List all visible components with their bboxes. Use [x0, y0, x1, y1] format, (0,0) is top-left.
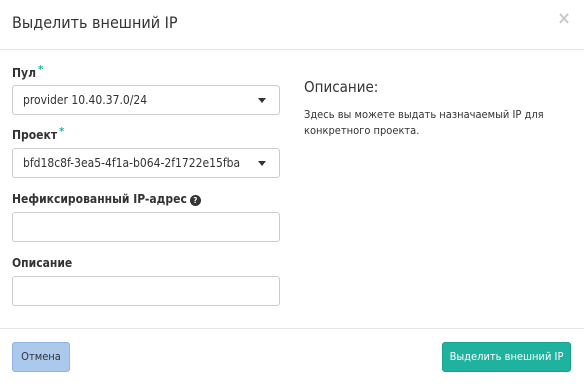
allocate-floating-ip-dialog: Выделить внешний IP × Пул * provider 10.4…	[0, 0, 584, 384]
project-select-value: bfd18c8f-3ea5-4f1a-b064-2f1722e15fba	[23, 156, 241, 170]
description-label: Описание	[12, 256, 73, 270]
help-panel-title: Описание:	[304, 78, 379, 96]
cancel-button[interactable]: Отмена	[12, 342, 70, 372]
pool-label-row: Пул *	[12, 63, 44, 81]
dialog-footer: Отмена Выделить внешний IP	[0, 328, 584, 384]
project-select[interactable]: bfd18c8f-3ea5-4f1a-b064-2f1722e15fba	[12, 148, 280, 178]
pool-required-star: *	[37, 63, 44, 76]
dialog-title: Выделить внешний IP	[12, 13, 178, 32]
pool-select[interactable]: provider 10.40.37.0/24	[12, 85, 280, 115]
close-icon[interactable]: ×	[556, 10, 572, 28]
dialog-header: Выделить внешний IP ×	[0, 0, 584, 50]
caret-down-icon	[258, 98, 266, 103]
description-label-row: Описание	[12, 256, 72, 270]
floating-ip-label: Нефиксированный IP-адрес	[12, 192, 187, 206]
floating-ip-input[interactable]	[12, 212, 280, 242]
project-label-row: Проект *	[12, 125, 65, 143]
pool-select-value: provider 10.40.37.0/24	[23, 93, 148, 107]
help-panel-text: Здесь вы можете выдать назначаемый IP дл…	[304, 108, 544, 137]
project-label: Проект	[12, 128, 58, 142]
caret-down-icon	[258, 161, 266, 166]
floating-ip-label-row: Нефиксированный IP-адрес?	[12, 192, 201, 206]
dialog-body: Пул * provider 10.40.37.0/24 Проект * bfd1…	[0, 50, 584, 328]
allocate-ip-button[interactable]: Выделить внешний IP	[442, 342, 571, 372]
pool-label: Пул	[12, 66, 36, 80]
project-required-star: *	[59, 125, 65, 138]
question-circle-icon[interactable]: ?	[189, 195, 201, 206]
description-input[interactable]	[12, 276, 280, 306]
